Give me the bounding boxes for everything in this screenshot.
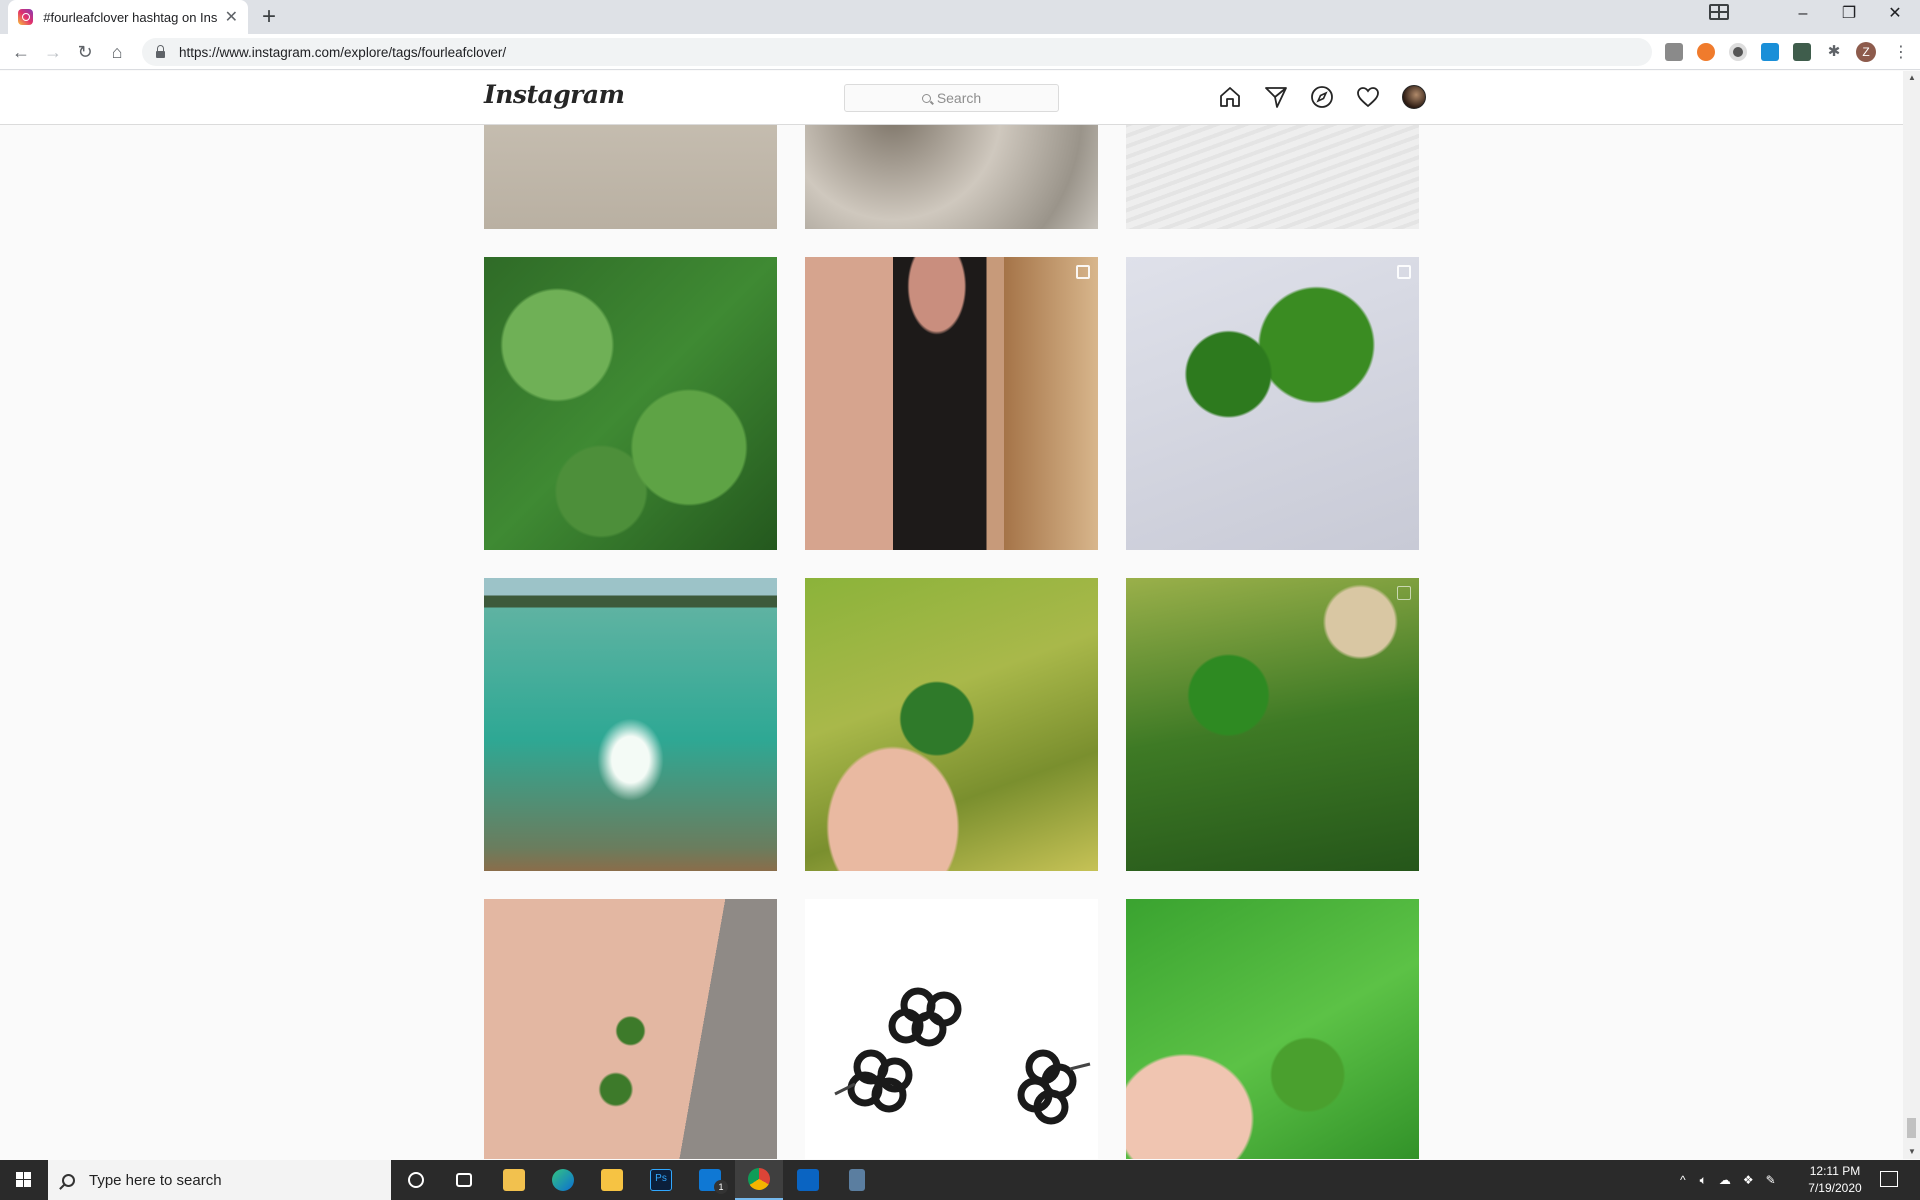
restore-button[interactable]: ❐ [1826, 0, 1872, 30]
notifications-icon[interactable] [1880, 1171, 1898, 1187]
scroll-up-arrow-icon[interactable]: ▲ [1908, 73, 1916, 82]
back-icon[interactable]: ← [9, 40, 33, 64]
post-tile[interactable] [805, 578, 1098, 871]
forward-icon[interactable]: → [41, 40, 65, 64]
extension-blue-icon[interactable] [1761, 43, 1779, 61]
menu-icon[interactable]: ⋮ [1893, 42, 1909, 62]
chrome-icon[interactable] [735, 1160, 783, 1200]
windows-taskbar: Type here to search Ps 1 ^ 🔈︎ ☁ ❖ ✎ 12:1… [0, 1160, 1920, 1200]
window-controls: – ❐ ✕ [1780, 0, 1918, 30]
edge-icon[interactable] [539, 1160, 587, 1200]
taskbar-clock[interactable]: 12:11 PM 7/19/2020 [1795, 1163, 1875, 1197]
lock-icon [156, 44, 165, 58]
page-scrollbar[interactable]: ▲ ▼ [1903, 71, 1920, 1159]
multiple-posts-icon [1076, 265, 1090, 279]
mail-badge: 1 [714, 1180, 728, 1194]
post-tile[interactable] [484, 899, 777, 1159]
instagram-logo[interactable]: Instagram [484, 80, 625, 109]
instagram-favicon-icon [18, 9, 34, 25]
profile-avatar[interactable]: Z [1856, 42, 1876, 62]
search-icon [921, 93, 931, 103]
new-tab-button[interactable]: + [262, 4, 276, 30]
dropbox-icon[interactable]: ❖ [1743, 1173, 1754, 1187]
search-input[interactable]: Search [844, 84, 1059, 112]
start-button[interactable] [0, 1160, 48, 1200]
calculator-icon[interactable] [833, 1160, 881, 1200]
volume-icon[interactable]: 🔈︎ [1700, 1173, 1707, 1188]
close-window-button[interactable]: ✕ [1872, 0, 1918, 30]
clock-date: 7/19/2020 [1808, 1181, 1862, 1195]
post-tile[interactable] [1126, 578, 1419, 871]
extension-orange-icon[interactable] [1697, 43, 1715, 61]
page-viewport: Instagram Search ▲ ▼ [0, 71, 1920, 1159]
profile-avatar[interactable] [1402, 85, 1426, 109]
browser-tabstrip: #fourleafclover hashtag on Insta ✕ + – ❐… [0, 0, 1920, 34]
post-tile[interactable] [1126, 899, 1419, 1159]
taskbar-search-input[interactable]: Type here to search [48, 1160, 391, 1200]
browser-toolbar: ← → ↻ ⌂ https://www.instagram.com/explor… [0, 34, 1920, 70]
taskbar-search-placeholder: Type here to search [89, 1171, 222, 1189]
post-tile[interactable] [805, 899, 1098, 1159]
earrings-image [834, 987, 1091, 1125]
clock-time: 12:11 PM [1809, 1164, 1861, 1178]
extension-dark-icon[interactable] [1793, 43, 1811, 61]
tab-layout-icon[interactable] [1709, 4, 1729, 20]
extensions-puzzle-icon[interactable]: ✱ [1825, 43, 1843, 61]
activity-heart-icon[interactable] [1356, 85, 1380, 109]
tab-title: #fourleafclover hashtag on Insta [43, 9, 217, 25]
post-tile[interactable] [1126, 257, 1419, 550]
post-tile[interactable] [484, 578, 777, 871]
minimize-button[interactable]: – [1780, 0, 1826, 30]
store-icon[interactable] [490, 1160, 538, 1200]
header-nav [1218, 85, 1426, 109]
explore-icon[interactable] [1310, 85, 1334, 109]
show-hidden-icons-icon[interactable]: ^ [1680, 1173, 1686, 1187]
home-icon[interactable] [1218, 85, 1242, 109]
extension-g-icon[interactable] [1665, 43, 1683, 61]
outlook-icon[interactable] [784, 1160, 832, 1200]
pen-icon[interactable]: ✎ [1766, 1173, 1776, 1187]
search-placeholder: Search [936, 90, 982, 106]
cortana-icon[interactable] [392, 1160, 440, 1200]
reload-icon[interactable]: ↻ [73, 40, 97, 64]
file-explorer-icon[interactable] [588, 1160, 636, 1200]
post-tile[interactable] [805, 257, 1098, 550]
video-icon [1397, 586, 1411, 600]
mail-icon[interactable]: 1 [686, 1160, 734, 1200]
extension-circle-icon[interactable] [1729, 43, 1747, 61]
task-view-icon[interactable] [440, 1160, 488, 1200]
direct-icon[interactable] [1264, 85, 1288, 109]
browser-tab[interactable]: #fourleafclover hashtag on Insta ✕ [8, 0, 248, 34]
post-tile[interactable] [484, 257, 777, 550]
multiple-posts-icon [1397, 265, 1411, 279]
system-tray: ^ 🔈︎ ☁ ❖ ✎ [1680, 1160, 1776, 1200]
onedrive-icon[interactable]: ☁ [1719, 1173, 1731, 1187]
instagram-header: Instagram Search [0, 71, 1903, 125]
search-icon [62, 1173, 75, 1187]
close-tab-icon[interactable]: ✕ [225, 7, 238, 27]
photoshop-icon[interactable]: Ps [637, 1160, 685, 1200]
url-text: https://www.instagram.com/explore/tags/f… [179, 44, 507, 60]
scroll-down-arrow-icon[interactable]: ▼ [1908, 1147, 1916, 1156]
scrollbar-thumb[interactable] [1907, 1118, 1916, 1138]
home-icon[interactable]: ⌂ [105, 40, 129, 64]
address-bar[interactable]: https://www.instagram.com/explore/tags/f… [142, 38, 1652, 66]
